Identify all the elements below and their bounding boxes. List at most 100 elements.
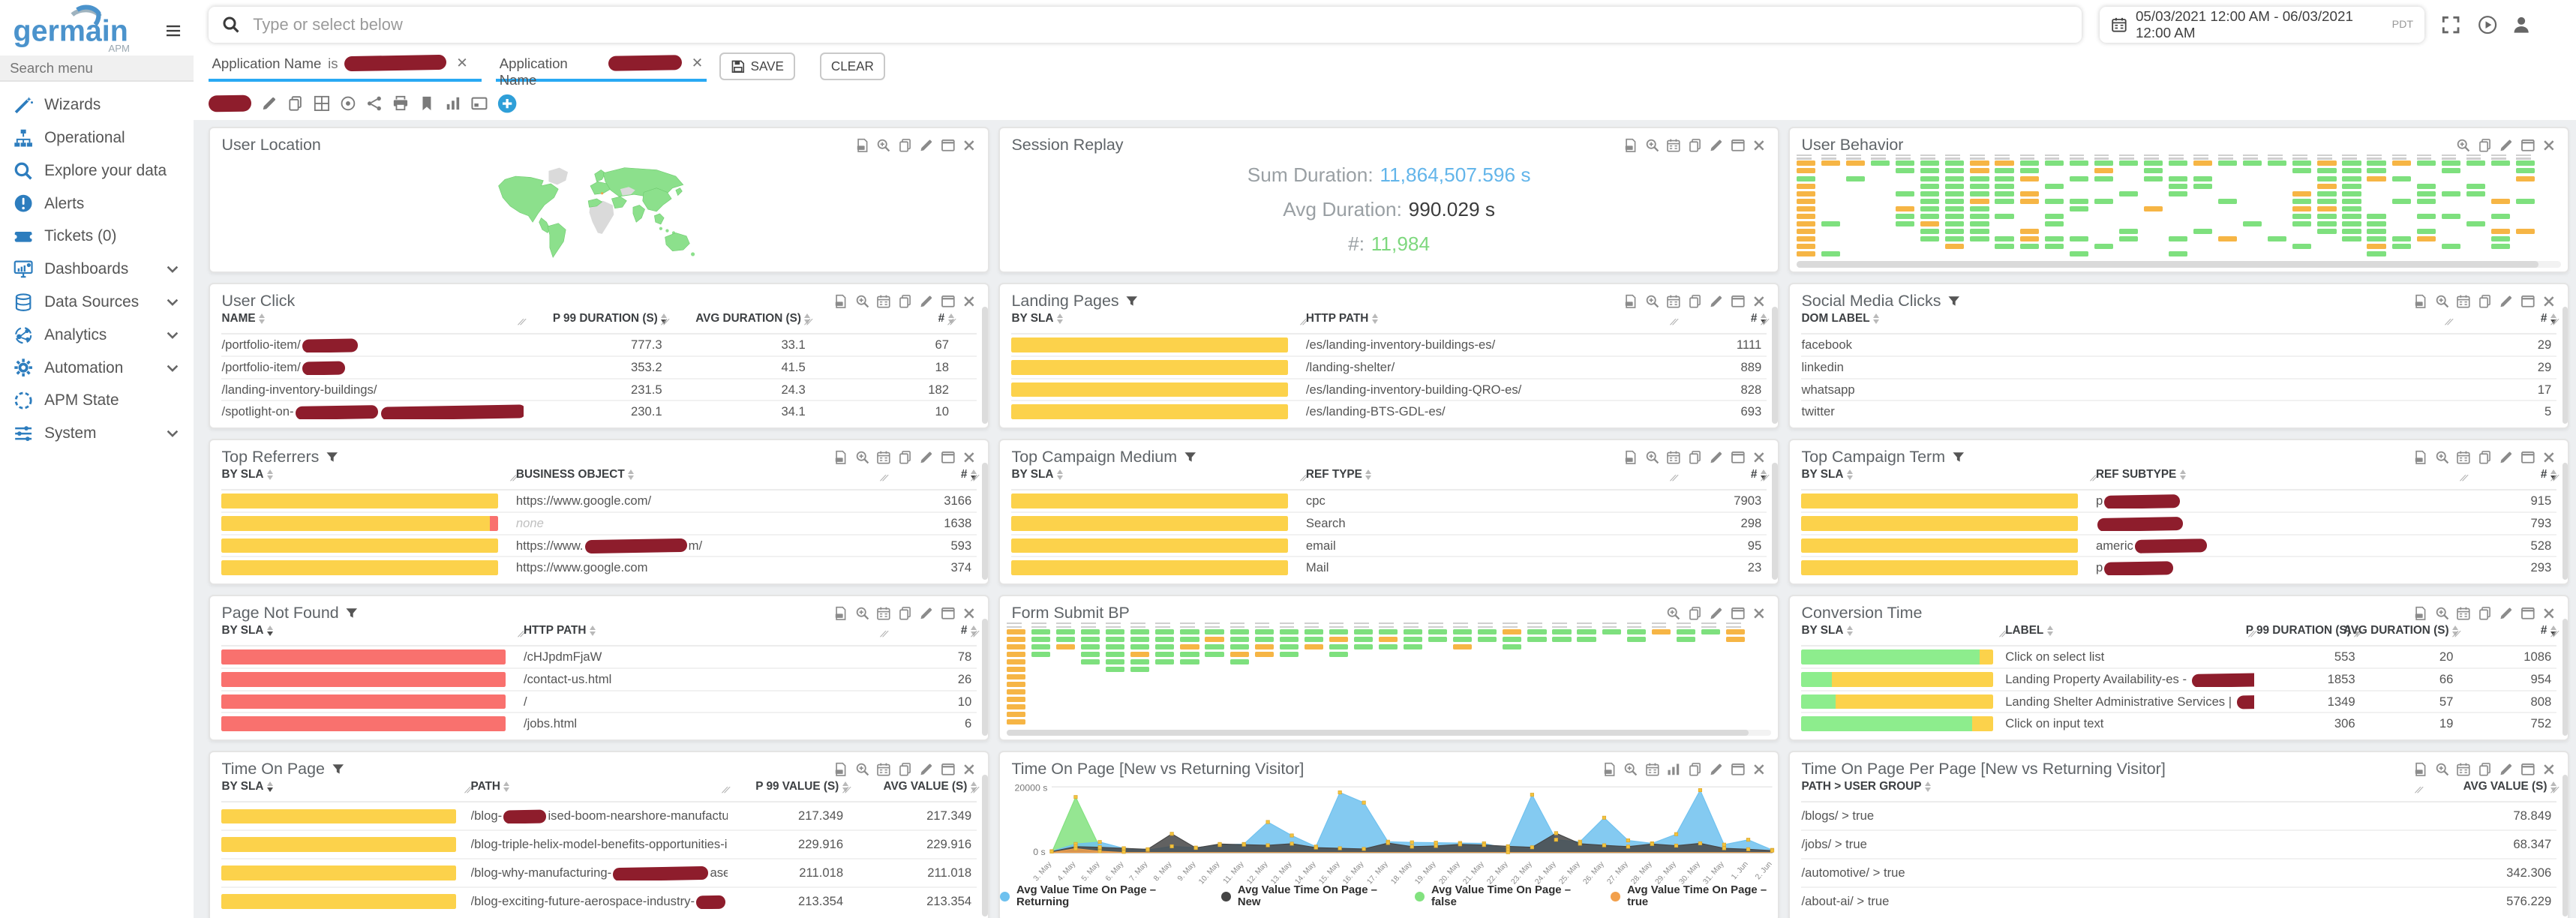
close-icon[interactable] [962,294,977,309]
pencil-icon[interactable] [919,606,934,621]
column-header-http-path[interactable]: HTTP PATH// [524,624,886,638]
flow-node[interactable] [1007,644,1025,650]
flow-node[interactable] [1797,184,1815,189]
flow-node[interactable] [1945,176,1964,182]
table-row[interactable]: p915 [1801,490,2556,513]
zoom-icon[interactable] [2435,450,2450,465]
flow-node[interactable] [1945,229,1964,234]
flow-node[interactable] [1552,637,1571,642]
flow-node[interactable] [1255,637,1274,642]
flow-node[interactable] [1280,644,1299,650]
copy-icon[interactable] [898,606,913,621]
legend-item[interactable]: Avg Value Time On Page – true [1611,884,1778,908]
copy-icon[interactable] [898,294,913,309]
flow-node[interactable] [1007,689,1025,694]
eye-icon[interactable] [340,95,356,112]
flow-node[interactable] [2317,168,2336,173]
flow-node[interactable] [1701,629,1720,634]
flow-node[interactable] [2466,160,2485,166]
flow-node[interactable] [1846,176,1865,182]
window-icon[interactable] [941,762,956,777]
flow-node[interactable] [1920,236,1939,242]
filter-chip-2[interactable]: Application Name ✕ [496,52,706,82]
flow-node[interactable] [2367,221,2385,226]
csv-icon[interactable] [833,762,848,777]
flow-node[interactable] [1970,199,1989,204]
global-search[interactable] [209,7,2082,43]
flow-node[interactable] [1945,236,1964,242]
flow-node[interactable] [2094,176,2113,182]
column-header-dom-label[interactable]: DOM LABEL// [1801,312,2450,326]
table-row[interactable]: /blog-ised-boom-nearshore-manufacturing/… [221,802,976,831]
flow-node[interactable] [1354,644,1373,650]
flow-node[interactable] [1995,184,2013,189]
zoom-icon[interactable] [2435,294,2450,309]
flow-node[interactable] [1453,637,1472,642]
flow-node[interactable] [2292,199,2311,204]
table-row[interactable]: none1638 [221,513,976,536]
flow-node[interactable] [1453,644,1472,650]
flow-node[interactable] [2442,168,2460,173]
copy-icon[interactable] [2478,450,2493,465]
zoom-icon[interactable] [855,294,870,309]
flow-node[interactable] [2292,221,2311,226]
flow-node[interactable] [1081,637,1100,642]
window-icon[interactable] [1731,450,1746,465]
flow-node[interactable] [1205,637,1223,642]
pencil-icon[interactable] [2499,762,2514,777]
remove-filter-icon[interactable]: ✕ [456,56,468,70]
copy-icon[interactable] [1688,294,1703,309]
flow-node[interactable] [2392,176,2411,182]
flow-node[interactable] [1920,184,1939,189]
flow-node[interactable] [1627,637,1646,642]
table-row[interactable]: email95 [1011,536,1766,558]
column-header-p-99-duration-s-[interactable]: P 99 DURATION (S)// [524,312,667,326]
filter-chip-1[interactable]: Application Name is ✕ [209,52,482,82]
flow-node[interactable] [2094,168,2113,173]
calendar-icon[interactable] [876,762,891,777]
flow-node[interactable] [2317,199,2336,204]
flow-node[interactable] [1970,168,1989,173]
zoom-icon[interactable] [2456,138,2471,153]
close-icon[interactable] [1752,138,1767,153]
flow-node[interactable] [1945,244,1964,249]
flow-node[interactable] [1896,221,1914,226]
flow-node[interactable] [1821,221,1840,226]
flow-node[interactable] [2516,199,2535,204]
flow-node[interactable] [2193,176,2212,182]
flow-node[interactable] [2070,199,2088,204]
csv-icon[interactable] [833,606,848,621]
sidebar-item-dashboards[interactable]: Dashboards [0,253,194,286]
flow-node[interactable] [2491,199,2510,204]
flow-node[interactable] [2317,184,2336,189]
bars-icon[interactable] [445,95,461,112]
bars-icon[interactable] [1666,762,1681,777]
flow-node[interactable] [1995,244,2013,249]
window-icon[interactable] [2520,138,2535,153]
table-row[interactable]: facebook29 [1801,334,2556,357]
copy-icon[interactable] [2478,606,2493,621]
flow-node[interactable] [2342,191,2361,196]
flow-node[interactable] [1329,637,1348,642]
flow-node[interactable] [2144,206,2163,212]
flow-node[interactable] [1031,637,1050,642]
table-row[interactable]: Mail23 [1011,557,1766,578]
flow-node[interactable] [1155,652,1174,657]
date-range-picker[interactable]: 05/03/2021 12:00 AM - 06/03/2021 12:00 A… [2100,7,2425,43]
sidebar-item-wizards[interactable]: Wizards [0,88,194,122]
flow-node[interactable] [1970,191,1989,196]
table-row[interactable]: Search298 [1011,513,1766,536]
flow-node[interactable] [1329,629,1348,634]
flow-node[interactable] [1404,637,1422,642]
filter-funnel-icon[interactable] [1184,451,1197,464]
flow-node[interactable] [2342,214,2361,219]
flow-node[interactable] [1130,629,1149,634]
flow-node[interactable] [1230,637,1249,642]
flow-node[interactable] [1106,637,1124,642]
close-icon[interactable] [1752,762,1767,777]
flow-node[interactable] [1230,644,1249,650]
flow-node[interactable] [1945,191,1964,196]
flow-node[interactable] [2020,244,2039,249]
table-row[interactable]: whatsapp17 [1801,380,2556,402]
pencil-icon[interactable] [919,450,934,465]
